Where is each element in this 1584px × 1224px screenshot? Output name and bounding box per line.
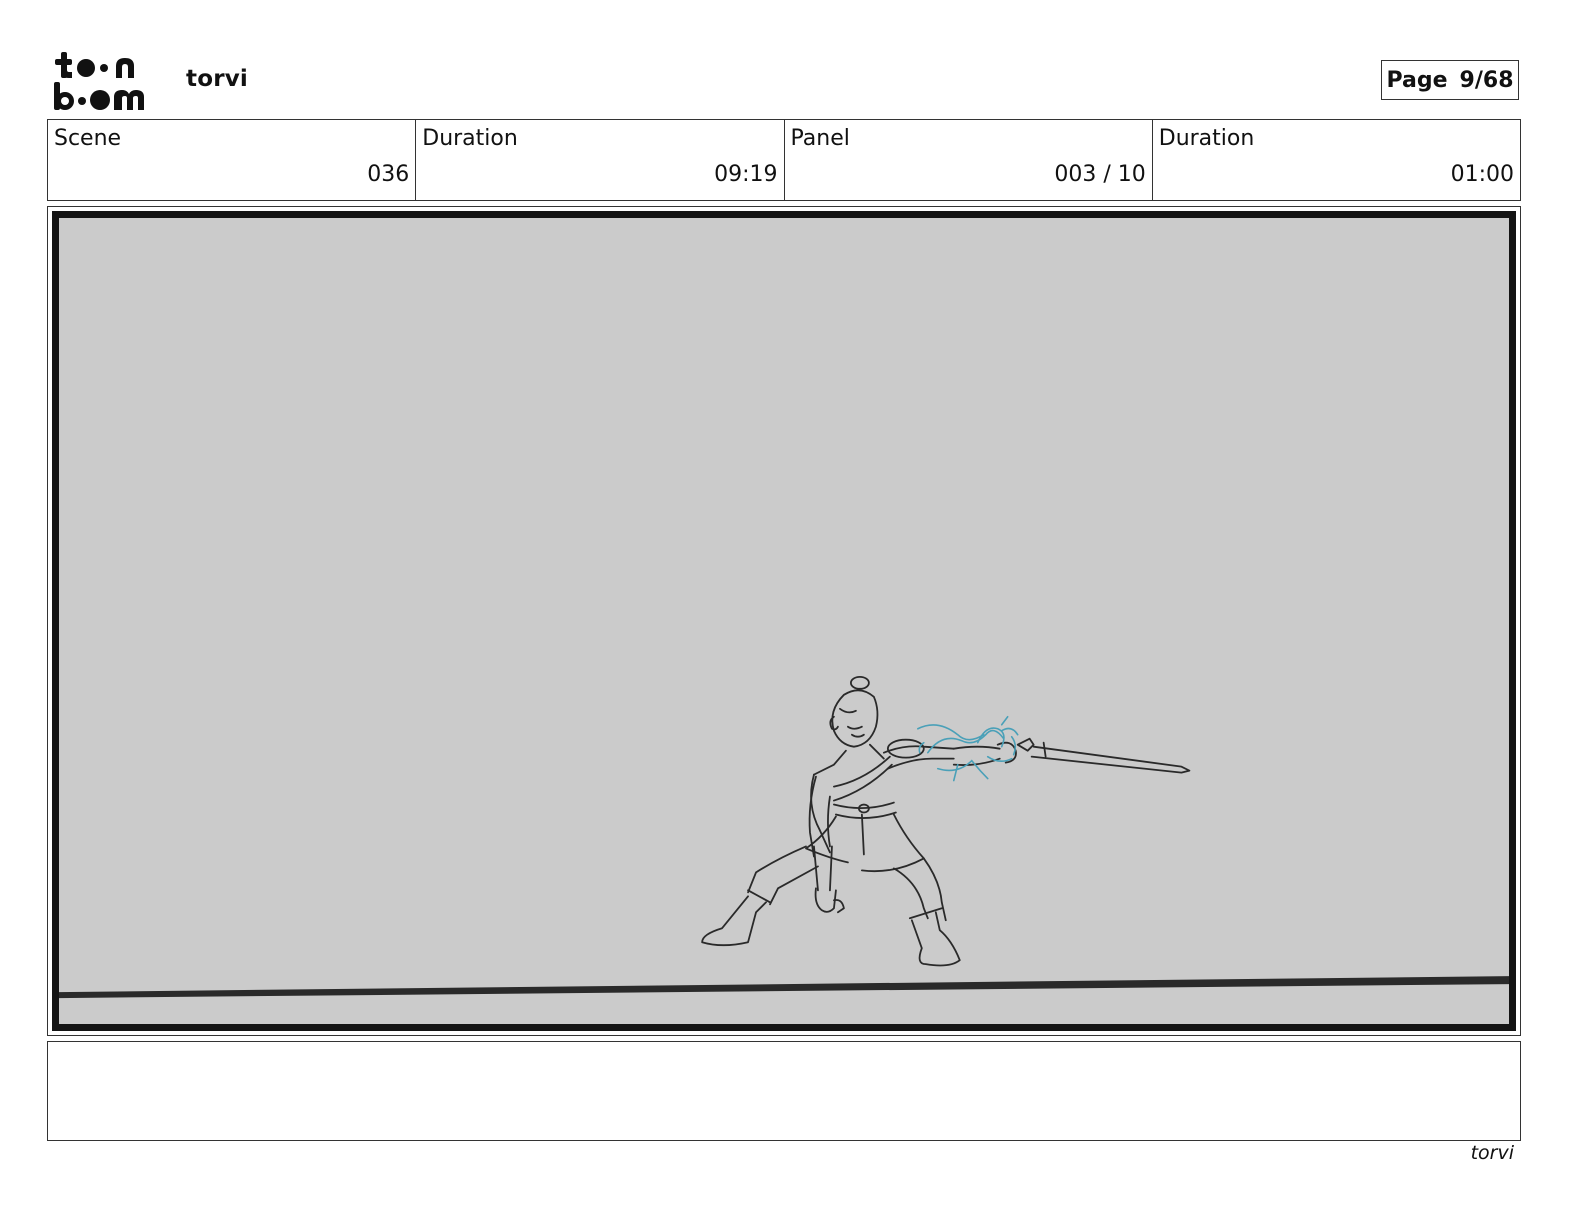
scene-value: 036	[367, 162, 410, 187]
character-sketch	[701, 675, 1191, 967]
storyboard-panel-image	[52, 211, 1516, 1031]
toon-boom-logo	[52, 50, 164, 112]
toon-boom-logo-mark	[54, 52, 144, 110]
panel-duration-label: Duration	[1158, 126, 1255, 151]
panel-duration-cell: Duration 01:00	[1153, 120, 1520, 200]
panel-info-row: Scene 036 Duration 09:19 Panel 003 / 10 …	[47, 119, 1521, 201]
panel-duration-value: 01:00	[1450, 162, 1514, 187]
panel-cell: Panel 003 / 10	[785, 120, 1153, 200]
scene-cell: Scene 036	[48, 120, 417, 200]
panel-sketch	[59, 675, 1509, 999]
panel-label: Panel	[790, 126, 850, 151]
scene-duration-label: Duration	[422, 126, 518, 151]
project-title: torvi	[186, 66, 249, 92]
storyboard-panel-frame	[47, 206, 1521, 1036]
footer-project-name: torvi	[1470, 1142, 1514, 1164]
page-number: 9/68	[1459, 67, 1514, 93]
panel-notes-box	[47, 1041, 1521, 1141]
scene-duration-value: 09:19	[714, 162, 778, 187]
panel-value: 003 / 10	[1054, 162, 1146, 187]
ground-line	[59, 976, 1509, 999]
scene-duration-cell: Duration 09:19	[416, 120, 785, 200]
scene-label: Scene	[54, 126, 122, 151]
page-indicator: Page 9/68	[1381, 60, 1519, 100]
page-label: Page	[1386, 67, 1448, 93]
magic-effect-sketch	[917, 715, 1019, 782]
